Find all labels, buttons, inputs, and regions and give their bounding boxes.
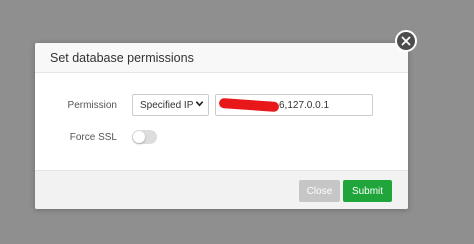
toggle-knob (133, 131, 145, 143)
dialog-title: Set database permissions (50, 50, 194, 65)
permission-label: Permission (67, 99, 117, 111)
permission-row: Permission Specified IP 6,127.0.0.1 (35, 94, 373, 116)
permission-select[interactable]: Specified IP (132, 94, 209, 116)
force-ssl-toggle[interactable] (132, 130, 157, 144)
ip-address-input[interactable]: 6,127.0.0.1 (215, 94, 373, 116)
set-db-permissions-dialog: Set database permissions Permission Spec… (35, 43, 408, 209)
submit-button[interactable]: Submit (343, 180, 392, 202)
force-ssl-row: Force SSL (35, 130, 157, 144)
force-ssl-label: Force SSL (69, 131, 117, 143)
close-icon (401, 36, 411, 46)
redaction-mark (218, 97, 280, 113)
close-dialog-button[interactable] (395, 30, 417, 52)
permission-select-value: Specified IP (140, 99, 194, 111)
dialog-header: Set database permissions (35, 43, 408, 73)
dialog-body: Permission Specified IP 6,127.0.0.1 Forc… (35, 73, 408, 170)
ip-address-value: 6,127.0.0.1 (279, 99, 330, 111)
dialog-footer: Close Submit (35, 170, 408, 209)
close-button[interactable]: Close (299, 180, 340, 202)
chevron-down-icon (195, 99, 204, 111)
